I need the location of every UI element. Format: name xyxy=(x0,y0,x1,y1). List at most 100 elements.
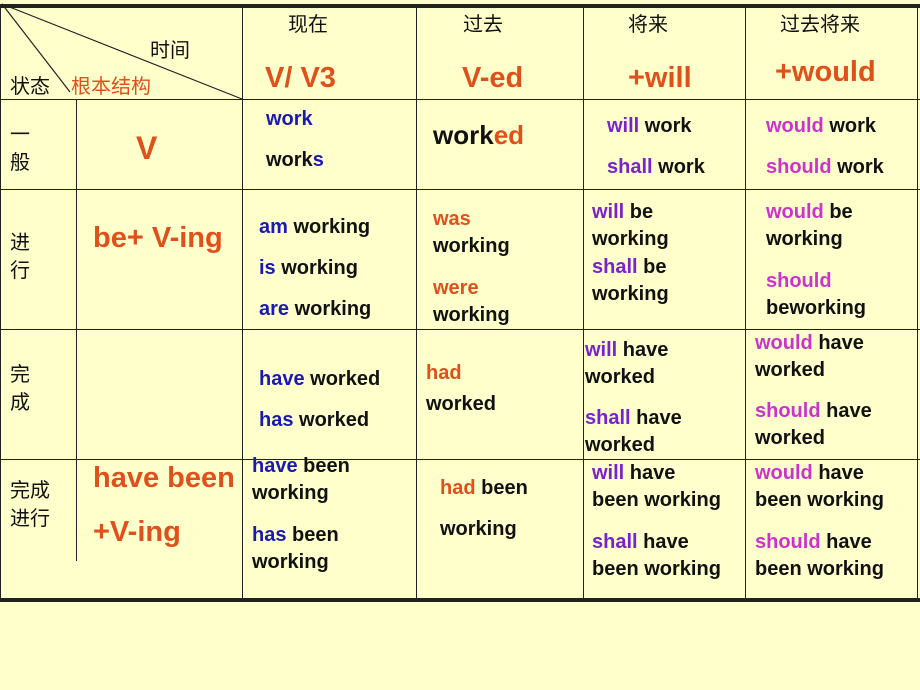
main-verb: working xyxy=(252,551,329,573)
auxiliary-word: has xyxy=(259,409,294,431)
col-divider xyxy=(745,4,746,600)
main-verb: worked xyxy=(585,434,656,456)
auxiliary-word: was xyxy=(433,208,471,230)
main-verb: working xyxy=(433,235,510,257)
tense-form-future: will work xyxy=(607,113,691,139)
tense-form-future: will have xyxy=(592,460,675,486)
main-verb: working xyxy=(433,304,510,326)
auxiliary-word: work xyxy=(266,108,313,130)
main-verb: beworking xyxy=(766,297,867,319)
main-verb: working xyxy=(289,298,372,320)
auxiliary-word: will xyxy=(585,339,618,361)
main-verb: worked xyxy=(426,393,497,415)
tense-form-present: is working xyxy=(259,255,358,281)
auxiliary-word: have xyxy=(259,368,305,390)
main-verb: worked xyxy=(293,409,370,431)
column-header-past: 过去 xyxy=(463,12,503,36)
tense-form-future: been working xyxy=(592,556,721,582)
main-verb: working xyxy=(592,283,669,305)
tense-form-past-future: been working xyxy=(755,556,884,582)
main-verb: worked xyxy=(755,427,826,449)
tense-form-future: will be xyxy=(592,199,653,225)
main-verb: been working xyxy=(592,558,721,580)
tense-form-past-future: should have xyxy=(755,398,872,424)
tense-form-past: had been xyxy=(440,475,528,501)
formula-future: +will xyxy=(628,62,692,94)
row-label-progressive: 进 行 xyxy=(10,230,30,282)
main-verb: been xyxy=(475,477,528,499)
auxiliary-word: are xyxy=(259,298,290,320)
auxiliary-word: should xyxy=(755,400,821,422)
tense-form-past-future: worked xyxy=(755,425,825,451)
tense-form-future: will have xyxy=(585,337,668,363)
main-verb: work xyxy=(831,156,884,178)
main-verb: work xyxy=(823,115,877,137)
tense-form-past-future: should xyxy=(766,268,832,294)
tense-form-past-future: would work xyxy=(766,113,876,139)
main-verb: working xyxy=(440,518,517,540)
table-bottom-border xyxy=(0,598,920,602)
tense-form-present: have been xyxy=(252,453,350,479)
main-verb: have xyxy=(637,531,689,553)
col-divider xyxy=(583,4,584,600)
auxiliary-word: would xyxy=(755,462,813,484)
column-header-past-future: 过去将来 xyxy=(780,12,860,36)
main-verb: be xyxy=(624,201,654,223)
auxiliary-word: shall xyxy=(607,156,653,178)
tense-form-future: working xyxy=(592,226,669,252)
main-verb: working xyxy=(275,257,358,279)
auxiliary-word: should xyxy=(766,156,832,178)
tense-form-past: working xyxy=(440,516,517,542)
tense-form-past-future: beworking xyxy=(766,295,866,321)
auxiliary-word: have xyxy=(252,455,298,477)
tense-form-present: have worked xyxy=(259,366,380,392)
main-verb: been xyxy=(286,524,339,546)
main-verb: been working xyxy=(755,558,884,580)
tense-form-future: shall work xyxy=(607,154,705,180)
auxiliary-word: shall xyxy=(592,256,638,278)
main-verb: have xyxy=(624,462,676,484)
tense-form-present: has worked xyxy=(259,407,369,433)
column-header-future: 将来 xyxy=(628,12,668,36)
auxiliary-word: would xyxy=(755,332,813,354)
auxiliary-word: will xyxy=(592,201,625,223)
tense-form-present: working xyxy=(252,480,329,506)
tense-form-future: shall have xyxy=(592,529,689,555)
main-verb: have xyxy=(617,339,669,361)
tense-form-present: work xyxy=(266,106,313,132)
main-verb: have xyxy=(812,332,864,354)
col-divider xyxy=(76,99,77,561)
main-verb: ed xyxy=(493,120,525,150)
tense-form-past-future: should work xyxy=(766,154,884,180)
time-label: 时间 xyxy=(150,38,190,62)
auxiliary-word: would xyxy=(766,201,824,223)
formula-past-future: +would xyxy=(775,56,876,88)
tense-form-past-future: should have xyxy=(755,529,872,555)
state-label: 状态 xyxy=(10,74,50,98)
structure-perfect-progressive-line1: have been xyxy=(93,462,235,494)
auxiliary-word: were xyxy=(433,277,479,299)
tense-form-future: shall be xyxy=(592,254,666,280)
auxiliary-word: work xyxy=(266,149,313,171)
tense-form-future: working xyxy=(592,281,669,307)
row-label-simple: 一 般 xyxy=(10,122,30,174)
main-verb: have xyxy=(630,407,682,429)
main-verb: work xyxy=(639,115,692,137)
auxiliary-word: should xyxy=(766,270,832,292)
main-verb: worked xyxy=(755,359,826,381)
tense-form-past-future: would have xyxy=(755,330,864,356)
auxiliary-word: shall xyxy=(592,531,638,553)
tense-form-past: was xyxy=(433,206,471,232)
main-verb: working xyxy=(592,228,669,250)
formula-past: V-ed xyxy=(462,62,524,94)
main-verb: been working xyxy=(592,489,721,511)
tense-form-present: are working xyxy=(259,296,371,322)
main-verb: work xyxy=(652,156,705,178)
main-verb: working xyxy=(287,216,371,238)
tense-form-past-future: would have xyxy=(755,460,864,486)
main-verb: been working xyxy=(755,489,884,511)
tense-form-past: were xyxy=(433,275,479,301)
tense-form-past-future: been working xyxy=(755,487,884,513)
main-verb: worked xyxy=(585,366,656,388)
tense-form-past-future: worked xyxy=(755,357,825,383)
